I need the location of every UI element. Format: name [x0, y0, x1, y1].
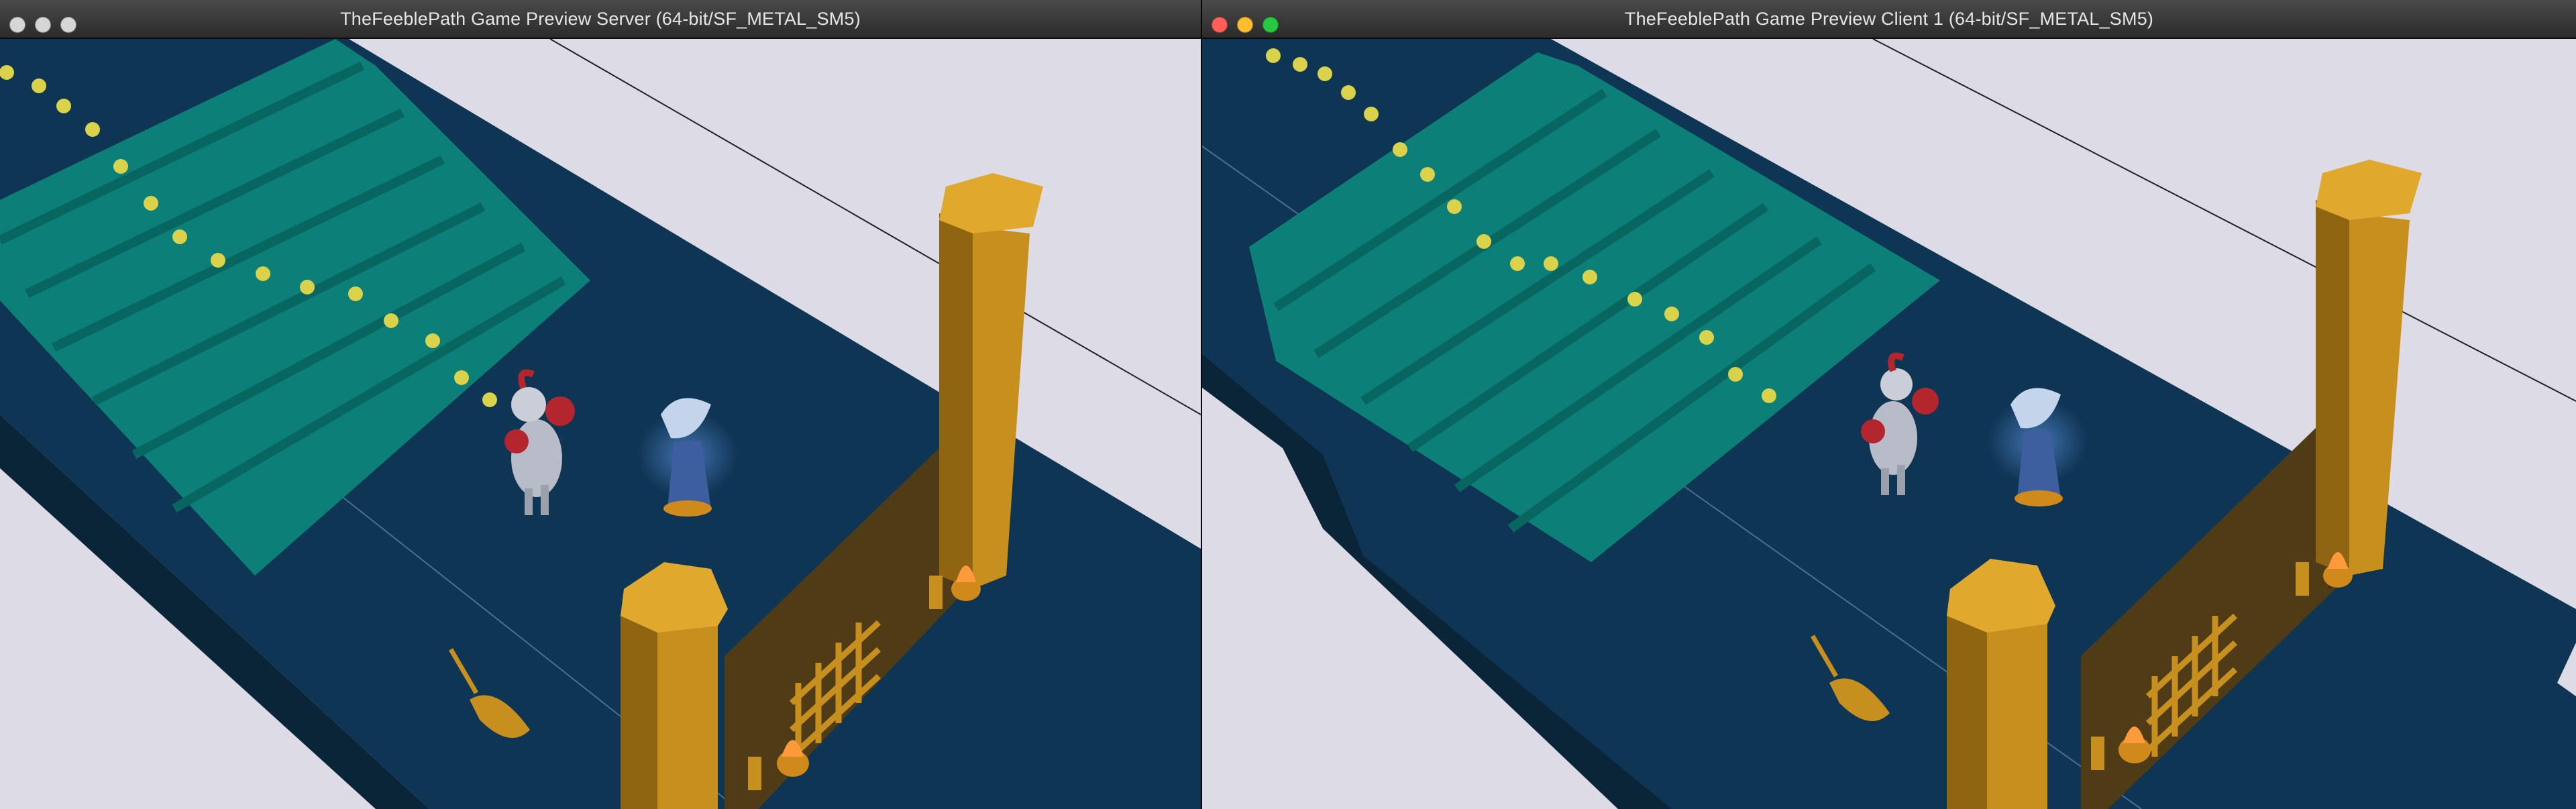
server-title-bar[interactable]: TheFeeblePath Game Preview Server (64-bi…	[0, 0, 1201, 39]
client-window[interactable]: TheFeeblePath Game Preview Client 1 (64-…	[1202, 0, 2576, 809]
pillar-left	[621, 562, 728, 809]
client-game-viewport[interactable]	[1202, 39, 2576, 809]
pillar-right	[2316, 160, 2422, 576]
client-scene	[1202, 39, 2576, 809]
window-close-icon[interactable]	[1212, 17, 1228, 33]
server-scene	[0, 39, 1201, 809]
server-game-viewport[interactable]	[0, 39, 1201, 809]
server-window[interactable]: TheFeeblePath Game Preview Server (64-bi…	[0, 0, 1201, 809]
server-window-title: TheFeeblePath Game Preview Server (64-bi…	[340, 9, 861, 29]
window-close-icon[interactable]	[9, 17, 25, 33]
pillar-left	[1947, 559, 2055, 809]
window-zoom-icon[interactable]	[60, 17, 76, 33]
window-zoom-icon[interactable]	[1263, 17, 1279, 33]
window-minimize-icon[interactable]	[1237, 17, 1253, 33]
client-window-title: TheFeeblePath Game Preview Client 1 (64-…	[1624, 9, 2154, 29]
client-title-bar[interactable]: TheFeeblePath Game Preview Client 1 (64-…	[1202, 0, 2576, 39]
window-minimize-icon[interactable]	[35, 17, 51, 33]
